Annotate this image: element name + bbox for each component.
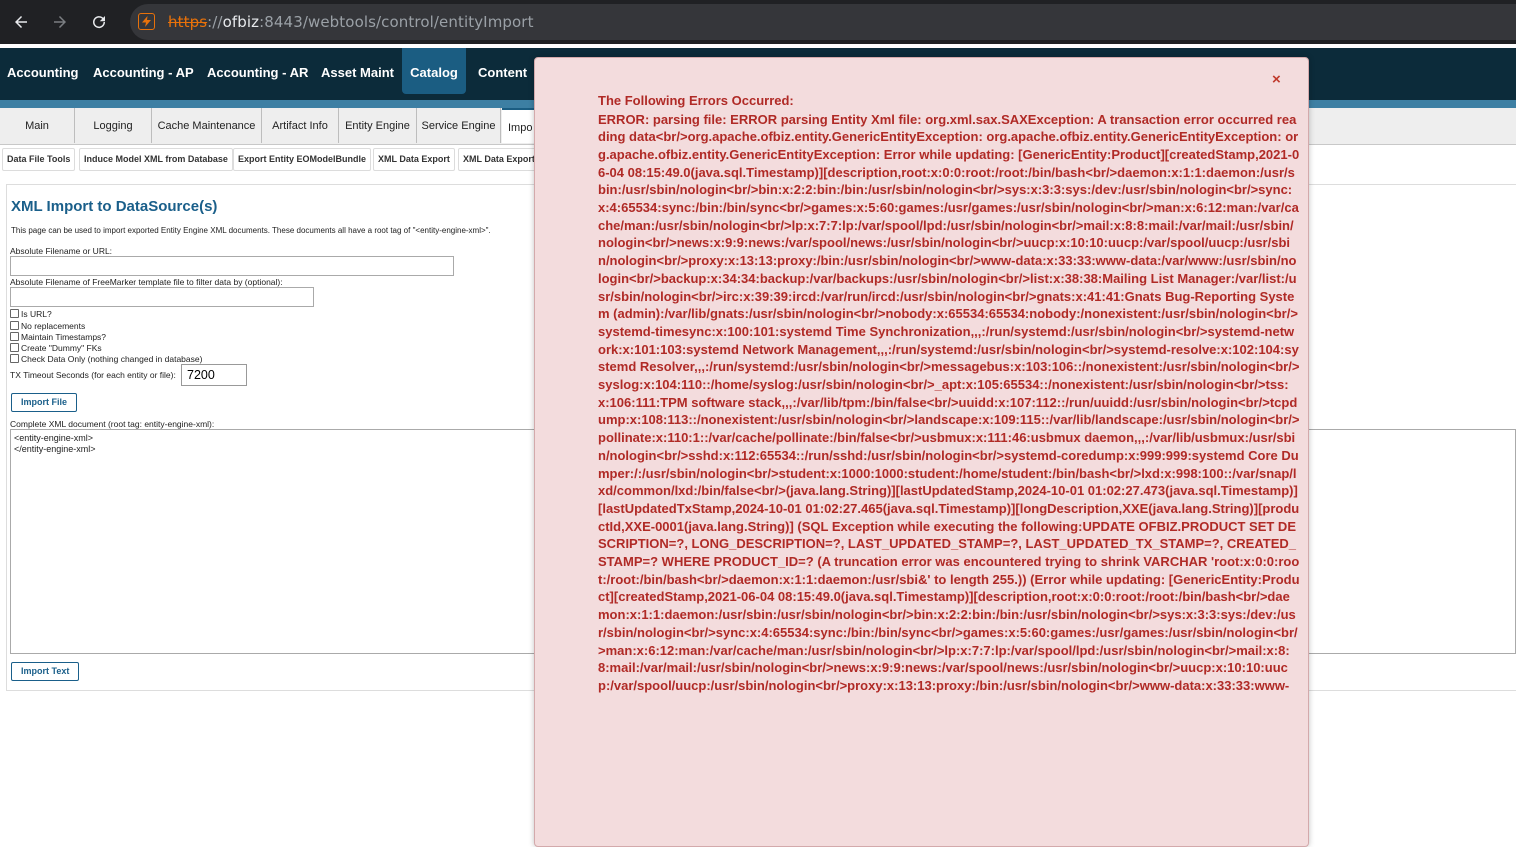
check-data-only-label: Check Data Only (nothing changed in data… — [21, 353, 203, 364]
induce-model-xml-button[interactable]: Induce Model XML from Database — [79, 148, 233, 171]
error-message: ERROR: parsing file: ERROR parsing Entit… — [598, 111, 1300, 694]
app-tab-accounting-ap[interactable]: Accounting - AP — [86, 48, 201, 94]
tab-entity-engine[interactable]: Entity Engine — [339, 108, 417, 143]
url-text: https://ofbiz:8443/webtools/control/enti… — [168, 13, 534, 31]
filename-label: Absolute Filename or URL: — [10, 246, 113, 256]
no-replacements-checkbox[interactable] — [10, 321, 19, 330]
check-data-only-option[interactable]: Check Data Only (nothing changed in data… — [10, 353, 202, 364]
reload-icon[interactable] — [87, 10, 111, 34]
app-tab-content[interactable]: Content — [471, 48, 534, 94]
maintain-timestamps-option[interactable]: Maintain Timestamps? — [10, 331, 106, 342]
xml-data-export-all-button[interactable]: XML Data Export — [458, 148, 540, 171]
export-eomodelbundle-button[interactable]: Export Entity EOModelBundle — [233, 148, 372, 171]
is-url-option[interactable]: Is URL? — [10, 308, 52, 319]
xml-document-label: Complete XML document (root tag: entity-… — [10, 419, 215, 429]
tab-service-engine[interactable]: Service Engine — [417, 108, 501, 143]
tab-logging[interactable]: Logging — [75, 108, 152, 143]
no-replacements-option[interactable]: No replacements — [10, 320, 85, 331]
create-dummy-fks-option[interactable]: Create "Dummy" FKs — [10, 342, 102, 353]
timeout-label: TX Timeout Seconds (for each entity or f… — [10, 370, 176, 380]
url-scheme: https — [168, 13, 208, 31]
back-arrow-icon[interactable] — [9, 10, 33, 34]
maintain-timestamps-label: Maintain Timestamps? — [21, 331, 107, 342]
no-replacements-label: No replacements — [21, 320, 86, 331]
page-title: XML Import to DataSource(s) — [11, 198, 218, 215]
url-host: ofbiz — [222, 13, 260, 31]
template-filename-input[interactable] — [10, 287, 314, 307]
error-heading: The Following Errors Occurred: — [598, 93, 794, 108]
app-tab-catalog[interactable]: Catalog — [402, 48, 466, 94]
forward-arrow-icon[interactable] — [48, 10, 72, 34]
app-tab-accounting[interactable]: Accounting — [0, 48, 86, 94]
import-file-button[interactable]: Import File — [11, 393, 78, 412]
browser-toolbar: https://ofbiz:8443/webtools/control/enti… — [0, 0, 1516, 44]
import-text-button[interactable]: Import Text — [11, 662, 80, 681]
url-path: :8443/webtools/control/entityImport — [259, 13, 534, 31]
page-description: This page can be used to import exported… — [11, 226, 491, 235]
site-security-icon[interactable] — [138, 13, 155, 30]
timeout-input[interactable]: 7200 — [181, 364, 247, 386]
is-url-checkbox[interactable] — [10, 309, 19, 318]
is-url-label: Is URL? — [21, 308, 52, 319]
close-icon[interactable]: × — [1272, 71, 1281, 88]
tab-cache-maintenance[interactable]: Cache Maintenance — [152, 108, 262, 143]
create-dummy-fks-checkbox[interactable] — [10, 343, 19, 352]
xml-data-export-button[interactable]: XML Data Export — [373, 148, 455, 171]
maintain-timestamps-checkbox[interactable] — [10, 332, 19, 341]
check-data-only-checkbox[interactable] — [10, 354, 19, 363]
url-separator: :// — [207, 13, 223, 31]
tab-artifact-info[interactable]: Artifact Info — [262, 108, 339, 143]
filename-input[interactable] — [10, 256, 454, 276]
app-tab-asset-maint[interactable]: Asset Maint — [314, 48, 401, 94]
app-tab-accounting-ar[interactable]: Accounting - AR — [200, 48, 315, 94]
template-label: Absolute Filename of FreeMarker template… — [10, 277, 283, 287]
create-dummy-fks-label: Create "Dummy" FKs — [21, 342, 102, 353]
error-dialog: × The Following Errors Occurred: ERROR: … — [534, 57, 1309, 847]
address-bar[interactable]: https://ofbiz:8443/webtools/control/enti… — [130, 4, 1516, 40]
data-file-tools-button[interactable]: Data File Tools — [2, 148, 76, 171]
tab-main[interactable]: Main — [0, 108, 75, 143]
